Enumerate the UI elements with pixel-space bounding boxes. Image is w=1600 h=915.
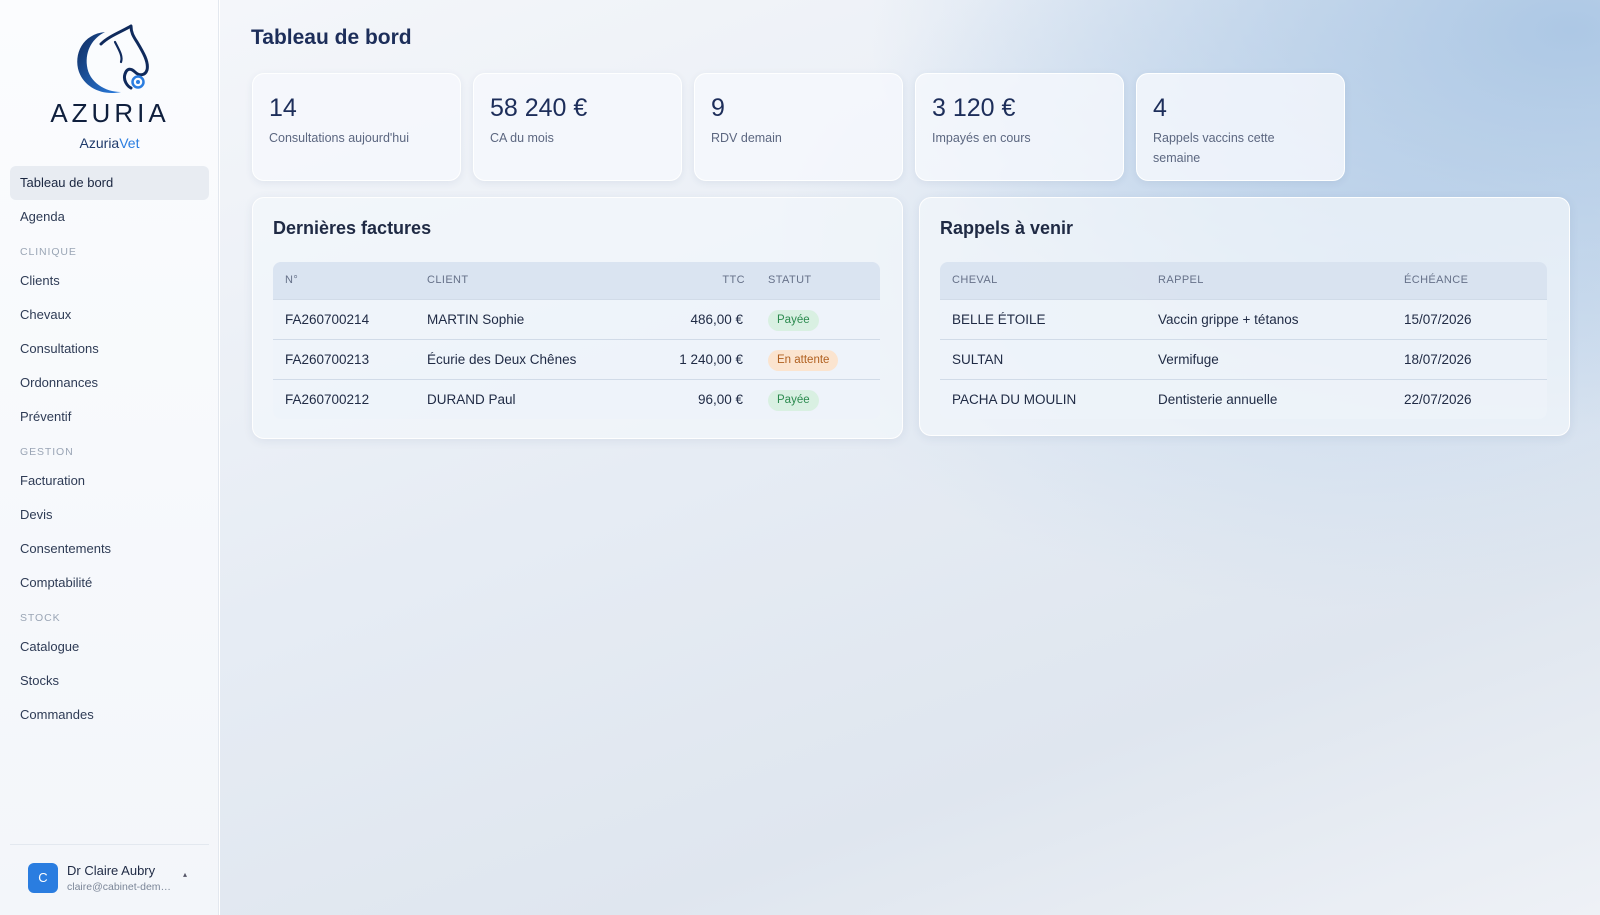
status-badge: Payée [768,390,819,411]
table-row[interactable]: PACHA DU MOULIN Dentisterie annuelle 22/… [940,379,1547,419]
nav-item-ordonnances[interactable]: Ordonnances [10,366,209,400]
invoice-number: FA260700212 [285,392,370,407]
avatar: C [28,863,58,893]
kpi-card[interactable]: 58 240 € CA du mois [473,73,682,181]
invoices-table: N° CLIENT TTC STATUT FA260700214 MARTIN … [273,262,880,419]
invoice-number: FA260700213 [285,352,370,367]
kpi-card[interactable]: 3 120 € Impayés en cours [915,73,1124,181]
kpi-value: 3 120 € [932,94,1016,122]
nav-item-comptabilite[interactable]: Comptabilité [10,566,209,600]
main-content: Tableau de bord 14 Consultations aujourd… [220,0,1600,915]
invoices-title: Dernières factures [273,218,432,238]
nav-section-stock: STOCK [20,612,61,624]
reminder-type: Dentisterie annuelle [1158,392,1278,407]
status-badge: Payée [768,310,819,331]
svg-text:AZURIA: AZURIA [50,98,169,126]
invoice-amount: 486,00 € [690,312,743,327]
reminders-title: Rappels à venir [940,218,1074,238]
kpi-value: 14 [269,94,297,122]
nav-item-consentements[interactable]: Consentements [10,532,209,566]
user-name: Dr Claire Aubry [67,863,156,878]
kpi-card[interactable]: 9 RDV demain [694,73,903,181]
table-row[interactable]: FA260700212 DURAND Paul 96,00 € Payée [273,379,880,419]
table-row[interactable]: FA260700214 MARTIN Sophie 486,00 € Payée [273,299,880,339]
invoices-panel: Dernières factures N° CLIENT TTC STATUT … [252,197,903,439]
table-row[interactable]: FA260700213 Écurie des Deux Chênes 1 240… [273,339,880,379]
column-header-due[interactable]: ÉCHÉANCE [1404,262,1468,299]
reminder-due-date: 15/07/2026 [1404,312,1472,327]
reminder-due-date: 22/07/2026 [1404,392,1472,407]
sidebar: AZURIA AzuriaVet Tableau de bord Agenda … [0,0,219,915]
nav-item-clients[interactable]: Clients [10,264,209,298]
table-header: N° CLIENT TTC STATUT [273,262,880,299]
column-header-status[interactable]: STATUT [768,262,812,299]
nav-item-chevaux[interactable]: Chevaux [10,298,209,332]
horse-head-logo-icon: AZURIA [50,24,169,126]
column-header-reminder[interactable]: RAPPEL [1158,262,1204,299]
horse-name: SULTAN [952,352,1004,367]
reminders-panel: Rappels à venir CHEVAL RAPPEL ÉCHÉANCE B… [919,197,1570,436]
kpi-label: Consultations aujourd'hui [269,131,409,145]
column-header-ttc[interactable]: TTC [722,262,745,299]
user-email: claire@cabinet-demo.fr [67,881,175,893]
nav-item-agenda[interactable]: Agenda [10,200,209,234]
table-row[interactable]: SULTAN Vermifuge 18/07/2026 [940,339,1547,379]
invoice-client: DURAND Paul [427,392,516,407]
kpi-card[interactable]: 14 Consultations aujourd'hui [252,73,461,181]
nav-section-gestion: GESTION [20,446,74,458]
kpi-card[interactable]: 4 Rappels vaccins cette semaine [1136,73,1345,181]
nav-section-clinique: CLINIQUE [20,246,77,258]
caret-up-icon[interactable]: ▴ [183,870,187,879]
nav-item-preventif[interactable]: Préventif [10,400,209,434]
horse-name: BELLE ÉTOILE [952,312,1046,327]
azuria-logo[interactable]: AZURIA [0,22,219,126]
invoice-client: Écurie des Deux Chênes [427,352,577,367]
column-header-client[interactable]: CLIENT [427,262,469,299]
page-title: Tableau de bord [251,26,412,49]
invoice-amount: 1 240,00 € [679,352,743,367]
reminder-type: Vaccin grippe + tétanos [1158,312,1299,327]
nav-item-commandes[interactable]: Commandes [10,698,209,732]
kpi-value: 4 [1153,94,1167,122]
main-nav: Tableau de bord Agenda CLINIQUE Clients … [10,166,209,732]
invoice-number: FA260700214 [285,312,370,327]
invoice-amount: 96,00 € [697,392,743,407]
nav-item-stocks[interactable]: Stocks [10,664,209,698]
horse-name: PACHA DU MOULIN [952,392,1077,407]
column-header-horse[interactable]: CHEVAL [952,262,998,299]
kpi-label: Impayés en cours [932,131,1031,145]
kpi-value: 9 [711,94,725,122]
table-row[interactable]: BELLE ÉTOILE Vaccin grippe + tétanos 15/… [940,299,1547,339]
kpi-label: RDV demain [711,131,782,145]
nav-item-facturation[interactable]: Facturation [10,464,209,498]
status-badge: En attente [768,350,839,371]
brand-name-accent: Vet [119,135,140,151]
brand-name: AzuriaVet [0,135,219,151]
reminders-table: CHEVAL RAPPEL ÉCHÉANCE BELLE ÉTOILE Vacc… [940,262,1547,419]
kpi-label: Rappels vaccins cette semaine [1153,131,1275,165]
reminder-type: Vermifuge [1158,352,1219,367]
reminder-due-date: 18/07/2026 [1404,352,1472,367]
brand-name-main: Azuria [79,135,120,151]
user-menu[interactable]: C Dr Claire Aubry claire@cabinet-demo.fr… [10,844,209,910]
invoice-client: MARTIN Sophie [427,312,525,327]
kpi-value: 58 240 € [490,94,588,122]
nav-item-catalogue[interactable]: Catalogue [10,630,209,664]
table-header: CHEVAL RAPPEL ÉCHÉANCE [940,262,1547,299]
nav-item-devis[interactable]: Devis [10,498,209,532]
nav-item-dashboard[interactable]: Tableau de bord [10,166,209,200]
kpi-label: CA du mois [490,131,554,145]
column-header-num[interactable]: N° [285,262,298,299]
nav-item-consultations[interactable]: Consultations [10,332,209,366]
